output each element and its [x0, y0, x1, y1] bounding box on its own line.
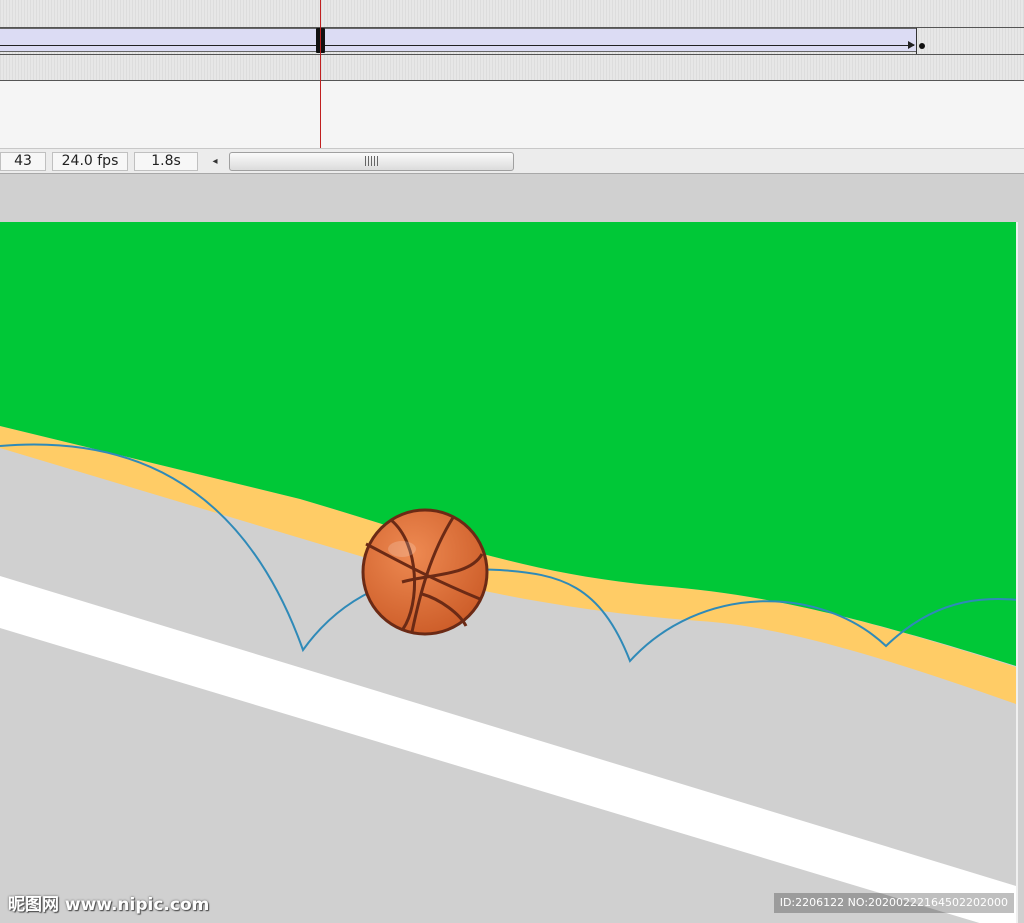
keyframe-dot-icon[interactable] — [919, 43, 925, 49]
timeline-panel — [0, 0, 1024, 148]
tween-arrow — [0, 45, 914, 46]
scroll-left-arrow-icon[interactable]: ◂ — [207, 152, 223, 171]
basketball[interactable] — [361, 508, 489, 636]
elapsed-time-field: 1.8s — [134, 152, 198, 171]
stage-border — [1016, 222, 1018, 923]
frame-rate-field[interactable]: 24.0 fps — [52, 152, 128, 171]
timeline-horizontal-scrollbar[interactable] — [229, 152, 514, 171]
site-watermark: 昵图网 www.nipic.com — [8, 895, 210, 915]
motion-tween-span[interactable] — [0, 28, 917, 52]
stage-canvas — [0, 222, 1016, 923]
timeline-status-bar: 43 24.0 fps 1.8s ◂ — [0, 148, 1024, 174]
end-frame-marker — [916, 28, 917, 54]
tween-arrow-head-icon — [908, 41, 915, 49]
scrollbar-grip-icon[interactable] — [365, 156, 379, 166]
stage-area — [0, 174, 1024, 923]
layer-divider — [0, 80, 1024, 81]
layer-divider — [0, 54, 1024, 55]
image-id-watermark: ID:2206122 NO:20200222164502202000 — [773, 893, 1014, 913]
current-frame-field[interactable]: 43 — [0, 152, 46, 171]
playhead-line[interactable] — [320, 0, 321, 148]
